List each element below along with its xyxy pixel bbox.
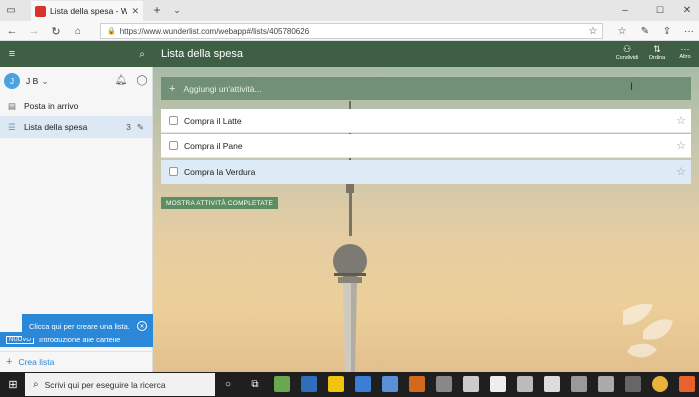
list-header: Lista della spesa ⚇ Condividi ⇅ Ordina ·… [153,41,699,67]
favorite-star-icon[interactable]: ☆ [586,24,600,38]
task-checkbox[interactable] [169,167,178,176]
avatar: J [4,73,20,89]
comment-icon[interactable]: ◯ [135,73,149,87]
plus-icon: + [6,355,13,368]
calendar-icon[interactable] [544,376,560,392]
chevron-down-icon: ⌄ [41,75,49,86]
sort-label: Ordina [648,55,666,61]
list-icon: ☰ [8,121,16,132]
list-count: 3 [126,122,131,132]
star-icon[interactable]: ☆ [676,114,686,127]
mail-icon[interactable] [382,376,398,392]
task-title: Compra la Verdura [184,166,256,177]
close-icon[interactable]: ✕ [137,321,147,331]
more-icon[interactable]: ··· [682,24,696,38]
video-icon[interactable] [571,376,587,392]
sidebar-item-label: Posta in arrivo [24,101,79,111]
create-list-label: Crea lista [18,356,55,367]
cortana-icon[interactable]: ○ [220,376,236,392]
browser-tab[interactable]: Lista della spesa - Wunderlist ✕ [31,1,143,21]
folder-icon[interactable] [409,376,425,392]
url-field[interactable]: 🔒 https://www.wunderlist.com/webapp#/lis… [100,23,603,39]
user-name: J B [26,76,39,86]
camera-icon[interactable] [517,376,533,392]
tab-list-icon[interactable]: ▭ [4,3,18,17]
sort-button[interactable]: ⇅ Ordina [645,44,669,61]
taskbar-apps: ○ ⧉ [220,376,695,392]
bell-icon[interactable]: 🔔︎ [114,73,128,87]
sidebar-item-label: Lista della spesa [24,122,88,132]
lock-icon: 🔒 [107,28,116,35]
add-task-placeholder: Aggiungi un'attività... [183,83,262,94]
sticky-notes-icon[interactable] [328,376,344,392]
close-window-icon[interactable]: ✕ [680,3,694,17]
more-label: Altro [679,54,691,60]
task-row[interactable]: Compra il Latte ☆ [161,109,691,133]
user-menu[interactable]: J J B ⌄ [4,72,153,90]
home-icon[interactable]: ⌂ [71,24,85,38]
tab-title: Lista della spesa - Wunderlist [50,6,128,16]
close-tab-icon[interactable]: ✕ [131,6,139,17]
back-icon[interactable]: ← [5,24,19,38]
share-list-button[interactable]: ⚇ Condividi [615,44,639,61]
task-title: Compra il Latte [184,115,242,126]
favorites-hub-icon[interactable]: ☆ [615,24,629,38]
sidebar-header: ≡ ⌕ [0,41,153,67]
sidebar-item-inbox[interactable]: ▤ Posta in arrivo [0,95,152,117]
maximize-icon[interactable]: ☐ [653,3,667,17]
inbox-icon: ▤ [8,100,17,111]
windows-start-icon[interactable]: ⊞ [6,377,20,391]
plus-icon: + [169,82,176,95]
more-button[interactable]: ··· Altro [673,44,697,60]
search-icon: ⌕ [33,379,39,390]
wunderlist-icon[interactable] [679,376,695,392]
app-icon[interactable] [274,376,290,392]
sidebar-item-grocery-list[interactable]: ☰ Lista della spesa 3 ✎ [0,116,152,138]
add-task-input[interactable]: + Aggiungi un'attività... I [161,77,691,100]
share-icon[interactable]: ⇪ [660,24,674,38]
minimize-icon[interactable]: – [618,3,632,17]
browser-tab-bar: ▭ Lista della spesa - Wunderlist ✕ + ⌄ –… [0,0,699,21]
forward-icon[interactable]: → [27,24,41,38]
person-icon: ⚇ [622,44,632,54]
url-text: https://www.wunderlist.com/webapp#/lists… [119,26,310,36]
list-title: Lista della spesa [161,48,243,60]
new-tab-icon[interactable]: + [150,3,164,17]
create-list-button[interactable]: + Crea lista [0,351,153,371]
task-checkbox[interactable] [169,141,178,150]
photos-icon[interactable] [625,376,641,392]
brightness-icon[interactable] [490,376,506,392]
search-icon[interactable]: ⌕ [135,47,149,61]
create-list-tooltip[interactable]: Clicca qui per creare una lista. ✕ [22,314,155,338]
taskbar-search-placeholder: Scrivi qui per eseguire la ricerca [44,379,166,390]
calculator-icon[interactable] [598,376,614,392]
star-icon[interactable]: ☆ [676,139,686,152]
show-completed-button[interactable]: MOSTRA ATTIVITÀ COMPLETATE [161,197,278,209]
app-icon[interactable] [436,376,452,392]
star-icon[interactable]: ☆ [676,165,686,178]
taskbar-search[interactable]: ⌕ Scrivi qui per eseguire la ricerca [25,373,215,396]
chrome-icon[interactable] [652,376,668,392]
edge-icon[interactable] [355,376,371,392]
task-row[interactable]: Compra la Verdura ☆ [161,160,691,184]
edit-pencil-icon[interactable]: ✎ [137,122,144,133]
text-cursor-icon: I [629,81,633,93]
more-dots-icon: ··· [680,44,690,54]
task-view-icon[interactable]: ⧉ [247,376,263,392]
pen-icon[interactable]: ✎ [638,24,652,38]
tab-dropdown-icon[interactable]: ⌄ [170,3,184,17]
share-label: Condividi [615,55,639,61]
sort-icon: ⇅ [653,44,661,54]
hamburger-menu-icon[interactable]: ≡ [5,47,19,61]
wunderlist-favicon-icon [35,5,46,17]
refresh-icon[interactable]: ↻ [49,24,63,38]
task-row[interactable]: Compra il Pane ☆ [161,134,691,158]
tooltip-text: Clicca qui per creare una lista. [29,321,130,331]
task-checkbox[interactable] [169,116,178,125]
task-title: Compra il Pane [184,140,243,151]
store-icon[interactable] [301,376,317,392]
weather-icon[interactable] [463,376,479,392]
